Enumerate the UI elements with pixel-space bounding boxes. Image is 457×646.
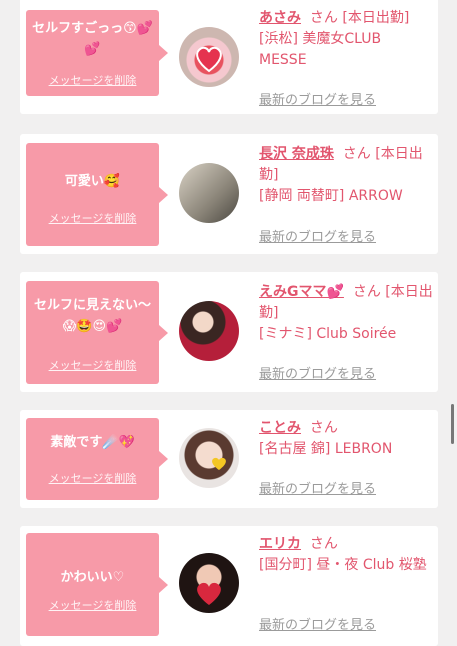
delete-message-link[interactable]: メッセージを削除 bbox=[26, 470, 159, 486]
profile-info: あさみ さん [本日出勤] [浜松] 美魔女CLUB MESSE bbox=[259, 8, 433, 71]
delete-message-link[interactable]: メッセージを削除 bbox=[26, 210, 159, 226]
scrollbar[interactable] bbox=[451, 404, 454, 444]
latest-blog-link[interactable]: 最新のブログを見る bbox=[259, 614, 376, 633]
profile-info: 長沢 奈成珠 さん [本日出勤] [静岡 両替町] ARROW bbox=[259, 144, 433, 207]
message-bubble: 素敵です☄️💖 メッセージを削除 bbox=[26, 418, 168, 500]
honorific: さん bbox=[352, 284, 381, 300]
message-bubble: セルフに見えない〜😱🤩😍💕 メッセージを削除 bbox=[26, 281, 168, 384]
profile-info: ことみ さん [名古屋 錦] LEBRON bbox=[259, 418, 433, 460]
area-label: [浜松] bbox=[259, 31, 298, 47]
profile-name-link[interactable]: えみGママ💕 bbox=[259, 284, 344, 300]
latest-blog-link[interactable]: 最新のブログを見る bbox=[259, 226, 376, 245]
profile-name-link[interactable]: ことみ bbox=[259, 420, 301, 436]
profile-name-link[interactable]: あさみ bbox=[259, 10, 301, 26]
message-card: セルフに見えない〜😱🤩😍💕 メッセージを削除 えみGママ💕 さん [本日出勤] … bbox=[20, 272, 438, 392]
area-label: [国分町] bbox=[259, 557, 312, 573]
honorific: さん bbox=[342, 146, 371, 162]
message-text: セルフに見えない〜😱🤩😍💕 bbox=[33, 298, 151, 334]
avatar[interactable] bbox=[179, 27, 239, 87]
message-text: 可愛い🥰 bbox=[64, 174, 121, 189]
area-label: [ミナミ] bbox=[259, 326, 312, 342]
shop-name: LEBRON bbox=[334, 441, 393, 457]
avatar[interactable] bbox=[179, 553, 239, 613]
heart-icon bbox=[197, 582, 221, 605]
message-bubble: 可愛い🥰 メッセージを削除 bbox=[26, 143, 168, 246]
heart-icon bbox=[196, 46, 222, 73]
honorific: さん bbox=[309, 420, 338, 436]
latest-blog-link[interactable]: 最新のブログを見る bbox=[259, 363, 376, 382]
message-text: セルフすごっっ😙💕💕 bbox=[32, 21, 153, 57]
delete-message-link[interactable]: メッセージを削除 bbox=[26, 597, 159, 613]
message-bubble: セルフすごっっ😙💕💕 メッセージを削除 bbox=[26, 10, 168, 96]
profile-name-link[interactable]: エリカ bbox=[259, 536, 301, 552]
profile-info: エリカ さん [国分町] 昼・夜 Club 桜塾 bbox=[259, 534, 433, 576]
avatar[interactable] bbox=[179, 301, 239, 361]
shop-name: Club Soirée bbox=[316, 326, 397, 342]
message-card: 素敵です☄️💖 メッセージを削除 ことみ さん [名古屋 錦] LEBRON 最… bbox=[20, 410, 438, 508]
delete-message-link[interactable]: メッセージを削除 bbox=[26, 72, 159, 88]
shop-name: ARROW bbox=[348, 188, 403, 204]
honorific: さん bbox=[309, 10, 338, 26]
latest-blog-link[interactable]: 最新のブログを見る bbox=[259, 478, 376, 497]
message-bubble: かわいい♡ メッセージを削除 bbox=[26, 533, 168, 636]
message-card: セルフすごっっ😙💕💕 メッセージを削除 あさみ さん [本日出勤] [浜松] 美… bbox=[20, 0, 438, 114]
avatar[interactable] bbox=[179, 428, 239, 488]
message-card: かわいい♡ メッセージを削除 エリカ さん [国分町] 昼・夜 Club 桜塾 … bbox=[20, 526, 438, 646]
honorific: さん bbox=[309, 536, 338, 552]
message-text: 素敵です☄️💖 bbox=[50, 435, 135, 450]
heart-icon bbox=[212, 457, 226, 470]
profile-info: えみGママ💕 さん [本日出勤] [ミナミ] Club Soirée bbox=[259, 282, 433, 345]
attendance-badge: [本日出勤] bbox=[342, 10, 410, 26]
delete-message-link[interactable]: メッセージを削除 bbox=[26, 357, 159, 373]
message-card: 可愛い🥰 メッセージを削除 長沢 奈成珠 さん [本日出勤] [静岡 両替町] … bbox=[20, 134, 438, 254]
latest-blog-link[interactable]: 最新のブログを見る bbox=[259, 89, 376, 108]
avatar[interactable] bbox=[179, 163, 239, 223]
area-label: [名古屋 錦] bbox=[259, 441, 331, 457]
area-label: [静岡 両替町] bbox=[259, 188, 345, 204]
shop-name: 昼・夜 Club 桜塾 bbox=[316, 557, 427, 573]
message-text: かわいい♡ bbox=[60, 570, 125, 585]
profile-name-link[interactable]: 長沢 奈成珠 bbox=[259, 146, 334, 162]
